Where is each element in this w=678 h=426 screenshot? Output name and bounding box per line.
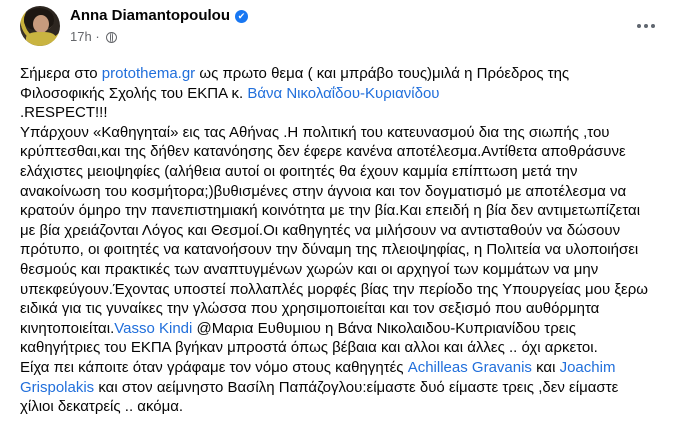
post-text-segment: υπεκφεύγουν.Έχοντας υποστεί πολλαπλές μο… [20, 280, 648, 298]
post-line: κρατούν όμηρο την πανεπιστημιακή κοινότη… [20, 201, 670, 221]
post-line: χίλιοι δεκατρείς .. ακόμα. [20, 397, 670, 417]
post-line: Είχα πει κάποιτε όταν γράφαμε τον νόμο σ… [20, 358, 670, 378]
post-line: .RESPECT!!! [20, 103, 670, 123]
post-line: ειδικά για τις γυναίκες την γλώσσα που χ… [20, 299, 670, 319]
post-line: πρότυπο, οι φοιτητές να κατανοήσουν την … [20, 240, 670, 260]
more-options-icon[interactable] [632, 12, 660, 40]
post-line: κρύπτεσθαι,και της δήθεν κατανόησης δεν … [20, 142, 670, 162]
post-text-segment: ειδικά για τις γυναίκες την γλώσσα που χ… [20, 300, 600, 318]
post-line: Grispolakis και στον αείμνηστο Βασίλη Πα… [20, 378, 670, 398]
verified-badge-icon: ✔ [235, 10, 248, 23]
author-name[interactable]: Anna Diamantopoulou [70, 7, 230, 24]
mention-link[interactable]: protothema.gr [102, 65, 195, 82]
post-text-segment: ως πρωτο θεμα ( και μπράβο τους)μιλά η Π… [195, 65, 570, 82]
avatar[interactable] [20, 6, 60, 46]
mention-link[interactable]: Βάνα Νικολαΐδου-Κυριανίδου [247, 85, 439, 102]
post-text-segment: καθηγήτριες του ΕΚΠΑ βγήκαν μπροστά όπως… [20, 339, 598, 357]
post-text-segment: κρύπτεσθαι,και της δήθεν κατανόησης δεν … [20, 143, 626, 161]
post-header: Anna Diamantopoulou ✔ 17h · [20, 6, 660, 54]
post-line: θεσμούς και πρακτικές των αναπτυγμένων χ… [20, 260, 670, 280]
post-text-segment: .RESPECT!!! [20, 104, 108, 122]
post-text-segment: ανακοίνωση του κοσμήτορα;)βυθισμένες στη… [20, 182, 627, 200]
post-text-segment: και στον αείμνηστο Βασίλη Παπάζογλου:είμ… [94, 378, 619, 396]
post-text-segment: κινητοποιείται. [20, 319, 115, 337]
post-text-segment: Υπάρχουν «Καθηγηταί» εις τας Αθήνας .Η π… [20, 123, 610, 141]
post-text-segment: θεσμούς και πρακτικές των αναπτυγμένων χ… [20, 260, 599, 278]
post-text-segment: και [531, 358, 560, 376]
post-text-segment: κρατούν όμηρο την πανεπιστημιακή κοινότη… [20, 202, 641, 220]
mention-link[interactable]: Grispolakis [20, 379, 94, 396]
mention-link[interactable]: Vasso Kindi [114, 320, 192, 337]
post-time[interactable]: 17h [70, 29, 92, 44]
mention-link[interactable]: Achilleas Gravanis [408, 359, 532, 376]
post-text: Σήμερα στο protothema.gr ως πρωτο θεμα (… [20, 64, 670, 417]
post-line: κινητοποιείται.Vasso Kindi @Μαρια Ευθυμι… [20, 319, 670, 339]
post-text-segment: @Μαρια Ευθυμιου η Βάνα Νικολαιδου-Κυπρια… [192, 319, 576, 337]
globe-icon[interactable] [106, 32, 118, 43]
post-text-segment: ελάχιστες μειοψηφίες (αλήθεια αυτοί οι φ… [20, 162, 578, 180]
post-line: ελάχιστες μειοψηφίες (αλήθεια αυτοί οι φ… [20, 162, 670, 182]
post-text-segment: πρότυπο, οι φοιτητές να κατανοήσουν την … [20, 241, 639, 259]
mention-link[interactable]: Joachim [560, 359, 616, 376]
post-line: Σήμερα στο protothema.gr ως πρωτο θεμα (… [20, 64, 670, 84]
post-text-segment: Είχα πει κάποιτε όταν γράφαμε τον νόμο σ… [20, 358, 408, 376]
author-name-row: Anna Diamantopoulou ✔ [70, 7, 248, 24]
post-line: υπεκφεύγουν.Έχοντας υποστεί πολλαπλές μο… [20, 280, 670, 300]
post-line: Υπάρχουν «Καθηγηταί» εις τας Αθήνας .Η π… [20, 123, 670, 143]
post-line: με βία χρειάζονται Λόγος και Θεσμοί.Οι κ… [20, 221, 670, 241]
post-text-segment: Σήμερα στο [20, 65, 102, 82]
post-text-segment: Φιλοσοφικής Σχολής του ΕΚΠΑ κ. [20, 84, 248, 102]
post-text-segment: χίλιοι δεκατρείς .. ακόμα. [20, 398, 184, 416]
meta-separator: · [95, 29, 100, 44]
post-line: καθηγήτριες του ΕΚΠΑ βγήκαν μπροστά όπως… [20, 338, 670, 358]
post-text-segment: με βία χρειάζονται Λόγος και Θεσμοί.Οι κ… [20, 221, 621, 239]
post-line: ανακοίνωση του κοσμήτορα;)βυθισμένες στη… [20, 182, 670, 202]
post-line: Φιλοσοφικής Σχολής του ΕΚΠΑ κ. Βάνα Νικο… [20, 84, 670, 104]
post-meta: 17h · [70, 29, 118, 44]
